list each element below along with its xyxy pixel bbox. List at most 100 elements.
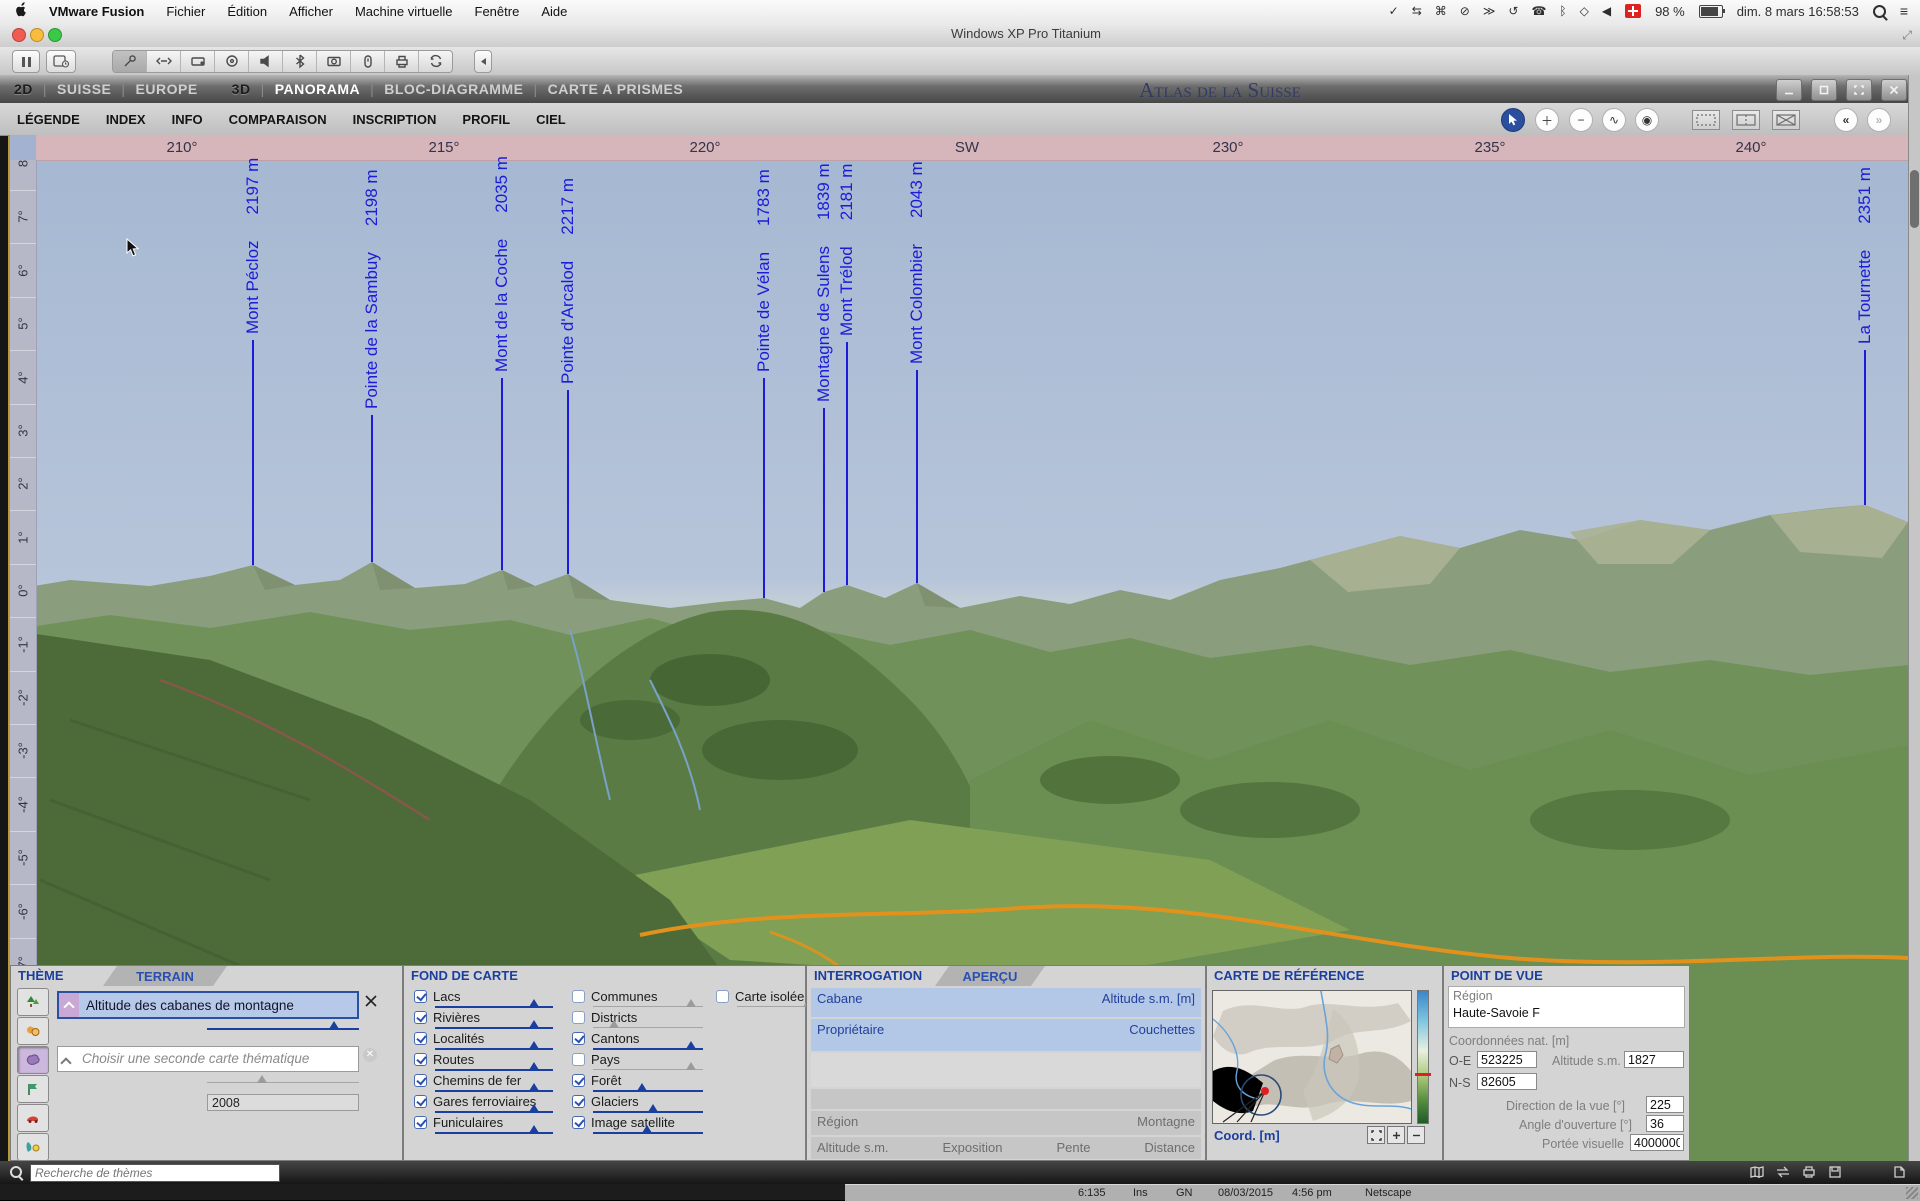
volume-icon[interactable]: ◀ <box>1602 4 1611 18</box>
menubar-item[interactable]: Afficher <box>289 4 333 19</box>
scrollbar-thumb[interactable] <box>1910 170 1919 228</box>
apple-menu-icon[interactable] <box>14 2 27 20</box>
time-machine-icon[interactable]: ↺ <box>1508 4 1518 18</box>
layout-dashed-icon[interactable] <box>1692 110 1720 130</box>
airplay-icon[interactable]: ◇ <box>1580 4 1589 18</box>
menubar-item[interactable]: Fichier <box>166 4 205 19</box>
battery-icon[interactable] <box>1699 5 1723 18</box>
command-icon[interactable]: ⌘ <box>1435 4 1447 18</box>
nav-item-bloc-diagramme[interactable]: BLOC-DIAGRAMME <box>384 81 523 97</box>
reference-map[interactable] <box>1212 990 1412 1124</box>
app-maximize-button[interactable] <box>1846 79 1872 101</box>
theme-search-input[interactable] <box>30 1164 280 1182</box>
vertical-scrollbar[interactable] <box>1908 75 1920 1161</box>
checkbox-communes[interactable] <box>572 990 585 1003</box>
oe-input[interactable] <box>1477 1051 1537 1068</box>
nature-icon[interactable] <box>17 988 49 1016</box>
checkbox-gares-ferroviaires[interactable] <box>414 1095 427 1108</box>
transfer-icon[interactable] <box>1774 1164 1792 1180</box>
ns-input[interactable] <box>1477 1073 1537 1090</box>
pointer-tool-icon[interactable] <box>1501 108 1525 132</box>
zoom-out-tool-icon[interactable]: − <box>1569 108 1593 132</box>
spotlight-icon[interactable] <box>1873 5 1886 18</box>
usb-device-icon[interactable] <box>351 51 385 72</box>
fullscreen-icon[interactable]: ⤢ <box>1902 28 1912 43</box>
camera-device-icon[interactable] <box>317 51 351 72</box>
checkbox-carte-isolée[interactable] <box>716 990 729 1003</box>
history-forward-icon[interactable]: » <box>1867 108 1891 132</box>
menu-item-ciel[interactable]: CIEL <box>523 112 579 127</box>
toolbar-collapse-button[interactable] <box>474 50 492 73</box>
energy-icon[interactable] <box>17 1133 49 1161</box>
help-page-icon[interactable] <box>1890 1164 1908 1180</box>
sound-device-icon[interactable] <box>249 51 283 72</box>
notification-center-icon[interactable]: ≡ <box>1900 3 1908 19</box>
settings-device-icon[interactable] <box>113 51 147 72</box>
menubar-app-name[interactable]: VMware Fusion <box>49 4 144 19</box>
app-close-button[interactable] <box>1881 79 1907 101</box>
checkbox-localités[interactable] <box>414 1032 427 1045</box>
state-icon[interactable] <box>17 1075 49 1103</box>
zoom-in-tool-icon[interactable]: ＋ <box>1535 108 1559 132</box>
bluetooth-icon[interactable]: ᛒ <box>1559 4 1566 18</box>
nav-item-suisse[interactable]: SUISSE <box>57 81 111 97</box>
map-export-icon[interactable] <box>1748 1164 1766 1180</box>
layout-crossed-icon[interactable] <box>1772 110 1800 130</box>
menubar-clock[interactable]: dim. 8 mars 16:58:53 <box>1737 4 1859 19</box>
menubar-item[interactable]: Machine virtuelle <box>355 4 453 19</box>
map-zoom-in-button[interactable] <box>1387 1126 1405 1144</box>
app-restore-button[interactable] <box>1811 79 1837 101</box>
mode-3d-badge[interactable]: 3D <box>232 81 251 97</box>
menu-item-légende[interactable]: LÉGENDE <box>4 112 93 127</box>
menu-item-comparaison[interactable]: COMPARAISON <box>216 112 340 127</box>
checkbox-districts[interactable] <box>572 1011 585 1024</box>
environment-icon[interactable] <box>17 1046 49 1074</box>
checkbox-routes[interactable] <box>414 1053 427 1066</box>
secondary-theme-dropdown[interactable]: Choisir une seconde carte thématique <box>57 1046 359 1072</box>
tab-apercu[interactable]: APERÇU <box>935 966 1045 986</box>
layout-split-icon[interactable] <box>1732 110 1760 130</box>
checkbox-image-satellite[interactable] <box>572 1116 585 1129</box>
nav-item-europe[interactable]: EUROPE <box>136 81 198 97</box>
checkbox-lacs[interactable] <box>414 990 427 1003</box>
pan-terrain-tool-icon[interactable]: ∿ <box>1602 108 1626 132</box>
checkbox-forêt[interactable] <box>572 1074 585 1087</box>
menubar-item[interactable]: Aide <box>541 4 567 19</box>
task-check-icon[interactable]: ✓ <box>1389 4 1399 18</box>
printer-device-icon[interactable] <box>385 51 419 72</box>
app-minimize-button[interactable] <box>1776 79 1802 101</box>
history-back-icon[interactable]: « <box>1834 108 1858 132</box>
checkbox-cantons[interactable] <box>572 1032 585 1045</box>
dropdown-caret-icon[interactable] <box>59 993 79 1017</box>
menubar-item[interactable]: Édition <box>227 4 267 19</box>
sync-device-icon[interactable] <box>419 51 452 72</box>
cdrom-device-icon[interactable] <box>215 51 249 72</box>
nav-item-carte-a-prismes[interactable]: CARTE A PRISMES <box>548 81 684 97</box>
print-icon[interactable] <box>1800 1164 1818 1180</box>
close-traffic-light[interactable] <box>12 28 26 42</box>
population-icon[interactable] <box>17 1017 49 1045</box>
checkbox-funiculaires[interactable] <box>414 1116 427 1129</box>
checkbox-pays[interactable] <box>572 1053 585 1066</box>
save-view-icon[interactable] <box>1826 1164 1844 1180</box>
input-source-flag-icon[interactable] <box>1625 4 1641 18</box>
checkbox-rivières[interactable] <box>414 1011 427 1024</box>
year-field[interactable]: 2008 <box>207 1094 359 1111</box>
dropdown-caret-icon[interactable] <box>62 1054 70 1072</box>
phone-icon[interactable]: ☎ <box>1531 4 1546 18</box>
pause-button[interactable] <box>12 50 40 73</box>
nav-item-panorama[interactable]: PANORAMA <box>275 81 360 97</box>
menu-item-profil[interactable]: PROFIL <box>449 112 523 127</box>
zoom-traffic-light[interactable] <box>48 28 62 42</box>
fast-forward-icon[interactable]: ≫ <box>1483 4 1496 18</box>
primary-theme-dropdown[interactable]: Altitude des cabanes de montagne <box>57 991 359 1019</box>
alt-input[interactable] <box>1624 1051 1684 1068</box>
menubar-item[interactable]: Fenêtre <box>475 4 520 19</box>
menu-item-info[interactable]: INFO <box>159 112 216 127</box>
harddisk-device-icon[interactable] <box>181 51 215 72</box>
range-input[interactable] <box>1630 1134 1684 1151</box>
mode-2d-badge[interactable]: 2D <box>14 81 33 97</box>
sync-pages-icon[interactable]: ⇆ <box>1412 4 1422 18</box>
transport-icon[interactable] <box>17 1104 49 1132</box>
do-not-disturb-icon[interactable]: ⊘ <box>1460 4 1470 18</box>
